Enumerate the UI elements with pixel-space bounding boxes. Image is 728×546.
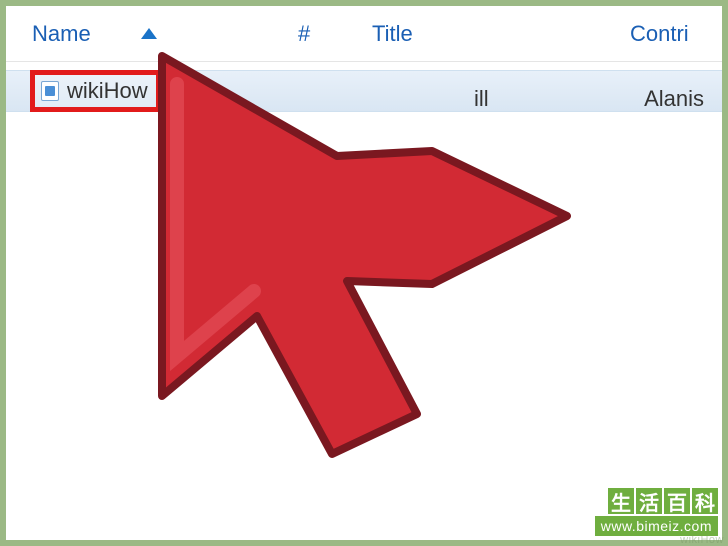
column-header-title-label: Title — [372, 21, 413, 46]
watermark-char-4: 科 — [692, 488, 718, 514]
sort-ascending-icon — [141, 28, 157, 39]
filename-text: wikiHow — [67, 78, 148, 104]
media-file-icon — [41, 81, 59, 101]
row-title-fragment: ill — [474, 86, 489, 112]
table-row[interactable]: wikiHow — [6, 70, 722, 112]
corner-watermark: wikiHow — [680, 534, 724, 546]
column-header-title[interactable]: Title — [372, 21, 630, 47]
column-header-track-number[interactable]: # — [298, 21, 372, 47]
watermark-char-2: 活 — [636, 488, 662, 514]
watermark-char-3: 百 — [664, 488, 690, 514]
watermark-characters: 生 活 百 科 — [608, 488, 718, 514]
watermark-url: www.bimeiz.com — [595, 516, 718, 536]
watermark-char-1: 生 — [608, 488, 634, 514]
column-header-contrib-label: Contri — [630, 21, 689, 46]
column-header-row: Name # Title Contri — [6, 6, 722, 62]
row-contributor: Alanis — [644, 86, 704, 112]
column-header-name[interactable]: Name — [32, 21, 298, 47]
column-header-contributing-artists[interactable]: Contri — [630, 21, 722, 47]
file-explorer-panel: Name # Title Contri wikiHow ill Alanis — [6, 6, 722, 540]
watermark: 生 活 百 科 www.bimeiz.com — [595, 488, 718, 536]
column-header-hash-label: # — [298, 21, 310, 46]
column-header-name-label: Name — [32, 21, 91, 47]
filename-highlight-box: wikiHow — [30, 70, 161, 112]
